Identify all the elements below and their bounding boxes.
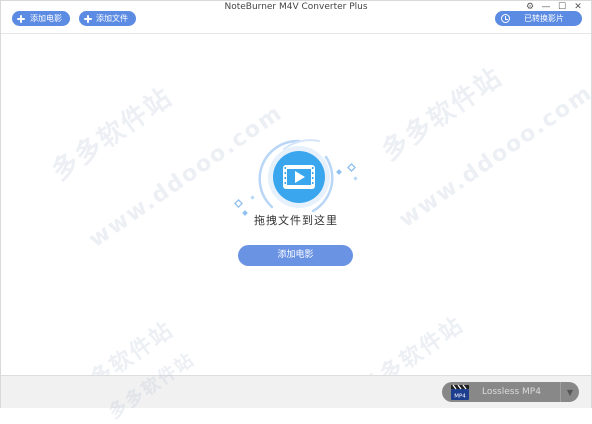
app-window: NoteBurner M4V Converter Plus 添加电影 添加文件 … bbox=[0, 0, 592, 424]
plus-icon bbox=[16, 14, 26, 24]
chevron-down-icon[interactable]: ▼ bbox=[560, 382, 579, 402]
close-icon[interactable]: ✕ bbox=[573, 2, 583, 12]
clock-icon bbox=[501, 14, 510, 23]
watermark-text: 多多软件站 bbox=[376, 62, 509, 167]
title-bar: NoteBurner M4V Converter Plus 添加电影 添加文件 … bbox=[1, 1, 591, 34]
gear-icon[interactable]: ⚙ bbox=[525, 2, 535, 12]
output-format-selector[interactable]: MP4 Lossless MP4 ▼ bbox=[442, 382, 579, 402]
drop-hint-text: 拖拽文件到这里 bbox=[254, 214, 338, 227]
bottom-bar: 多多软件站 MP4 Lossless MP4 ▼ bbox=[1, 349, 591, 424]
output-format-label: Lossless MP4 bbox=[482, 387, 541, 397]
add-movie-main-button[interactable]: 添加电影 bbox=[238, 245, 353, 266]
add-movie-label: 添加电影 bbox=[30, 14, 62, 23]
drop-area[interactable]: 多多软件站 www.ddooo.com 多多软件站 www.ddooo.com … bbox=[1, 34, 592, 407]
format-icon-text: MP4 bbox=[454, 394, 466, 400]
watermark-url: www.ddooo.com bbox=[394, 80, 592, 233]
maximize-icon[interactable]: ☐ bbox=[557, 2, 567, 12]
add-file-button[interactable]: 添加文件 bbox=[79, 11, 136, 26]
clapperboard-icon: MP4 bbox=[451, 384, 469, 400]
converted-movies-label: 已转换影片 bbox=[524, 14, 564, 23]
plus-icon bbox=[83, 14, 92, 24]
converted-movies-button[interactable]: 已转换影片 bbox=[495, 11, 582, 26]
add-file-label: 添加文件 bbox=[96, 14, 128, 23]
window-controls: ⚙ — ☐ ✕ bbox=[525, 1, 583, 13]
add-movie-button[interactable]: 添加电影 bbox=[12, 11, 70, 26]
watermark-text: 多多软件站 bbox=[46, 82, 179, 187]
minimize-icon[interactable]: — bbox=[541, 2, 551, 12]
